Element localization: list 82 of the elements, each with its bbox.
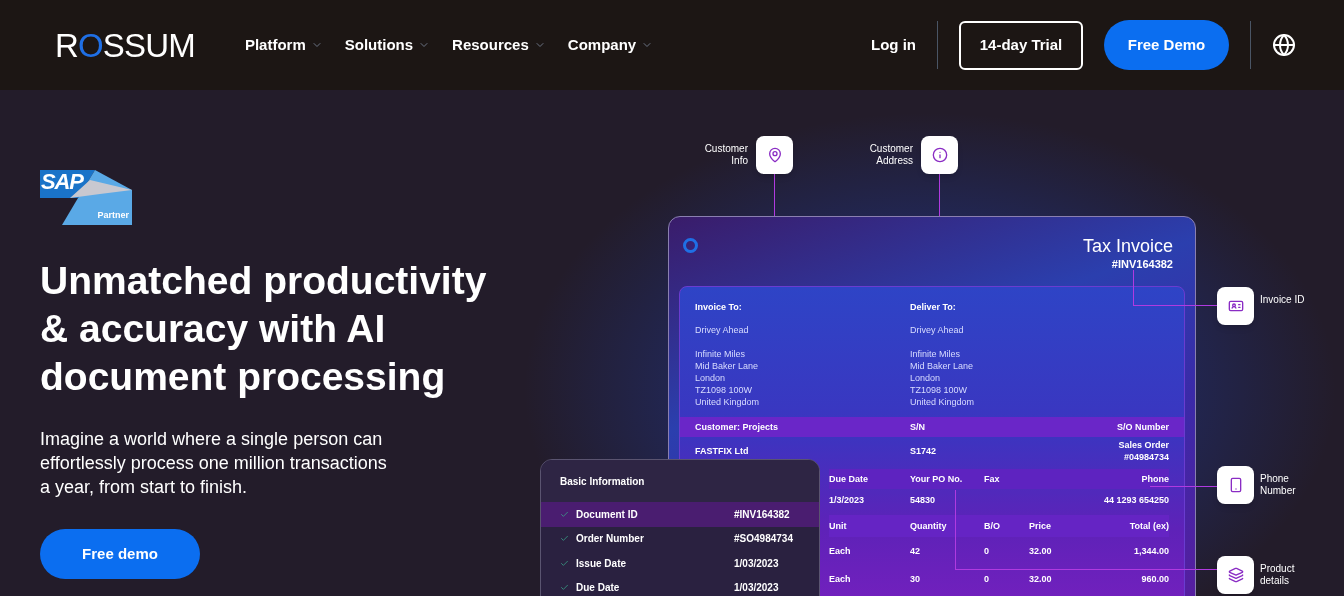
column-header: Quantity xyxy=(910,520,948,532)
partner-text: Partner xyxy=(97,208,129,222)
column-header: Phone xyxy=(1141,473,1169,485)
address-line: Infinite Miles xyxy=(695,348,747,360)
address-line: London xyxy=(695,372,727,384)
table-cell-text: Each xyxy=(829,545,852,557)
id-card-icon xyxy=(1227,298,1244,314)
field-label: Issue Date xyxy=(576,556,628,571)
table-cell-text: 32.00 xyxy=(1029,573,1053,585)
info-icon xyxy=(931,147,948,163)
table-cell-text: 0 xyxy=(984,573,990,585)
address-line: TZ1098 100W xyxy=(695,384,754,396)
field-value: 1/03/2023 xyxy=(734,556,779,571)
callout-label: Customer Address xyxy=(868,143,913,167)
leader-line xyxy=(1150,486,1217,487)
column-header: Fax xyxy=(984,473,1001,485)
address-line: Mid Baker Lane xyxy=(695,360,760,372)
field-row[interactable]: Document ID #INV164382 xyxy=(541,502,819,527)
address-line: United Kingdom xyxy=(910,396,976,408)
invoice-title: Tax Invoice xyxy=(1082,235,1173,257)
column-header: S/N xyxy=(910,421,926,433)
column-header: S/O Number xyxy=(1117,421,1169,433)
callout-label: Customer Info xyxy=(703,143,748,167)
field-row[interactable]: Order Number #SO4984734 xyxy=(541,526,819,551)
demo-button[interactable]: Free Demo xyxy=(1104,20,1229,70)
hero-description: Imagine a world where a single person can effortlessly process one million transactions a year, from start to finish. xyxy=(40,428,388,499)
free-demo-button[interactable]: Free demo xyxy=(40,529,200,579)
layers-icon xyxy=(1227,567,1244,583)
field-row[interactable]: Due Date 1/03/2023 xyxy=(541,575,819,596)
column-header: Customer: Projects xyxy=(695,421,780,433)
card-title: Basic Information xyxy=(560,474,645,489)
table-cell: 960.00 xyxy=(1141,573,1169,585)
field-row[interactable]: Issue Date 1/03/2023 xyxy=(541,551,819,576)
nav-menu-item[interactable]: Platform xyxy=(244,33,323,57)
field-label: Document ID xyxy=(576,507,639,522)
column-header: Total (ex) xyxy=(1129,520,1169,532)
table-cell: 1,344.00 xyxy=(1133,545,1169,557)
address-line: Mid Baker Lane xyxy=(910,360,975,372)
address-line: London xyxy=(910,372,942,384)
hero-heading: Unmatched productivity & accuracy with AI document processing xyxy=(40,258,488,400)
globe-icon[interactable] xyxy=(1272,33,1296,57)
map-pin-icon xyxy=(766,147,783,163)
column-header: Due Date xyxy=(829,473,869,485)
address-line: United Kingdom xyxy=(695,396,761,408)
column-header: Unit xyxy=(829,520,848,532)
table-cell-text: Sales Order #04984734 xyxy=(1117,439,1169,463)
party-heading: Deliver To: xyxy=(910,301,957,313)
column-header: Your PO No. xyxy=(910,473,964,485)
trial-button[interactable]: 14-day Trial xyxy=(959,20,1083,70)
address-line: Infinite Miles xyxy=(910,348,962,360)
party-heading: Invoice To: xyxy=(695,301,743,313)
table-cell-text: Each xyxy=(829,573,852,585)
table-cell-text: S1742 xyxy=(910,445,938,457)
field-value: #INV164382 xyxy=(734,507,790,522)
brand-text: SAP xyxy=(41,171,83,193)
callout-label: Phone Number xyxy=(1260,473,1297,497)
field-value: 1/03/2023 xyxy=(734,581,779,596)
party-name: Drivey Ahead xyxy=(695,324,750,336)
party-name: Drivey Ahead xyxy=(910,324,965,336)
nav-menu-item[interactable]: Company xyxy=(567,33,654,57)
table-cell-text: 0 xyxy=(984,545,990,557)
table-cell-text: FASTFIX Ltd xyxy=(695,445,750,457)
nav-menu-item[interactable]: Resources xyxy=(452,33,546,57)
table-cell-text: 1/3/2023 xyxy=(829,494,866,506)
field-label: Order Number xyxy=(576,532,645,547)
invoice-number: #INV164382 xyxy=(1111,257,1173,271)
table-cell-text: 30 xyxy=(910,573,921,585)
field-label: Due Date xyxy=(576,581,621,596)
callout-label: Product details xyxy=(1260,563,1296,587)
address-line: TZ1098 100W xyxy=(910,384,969,396)
table-cell-text: 54830 xyxy=(910,494,937,506)
column-header: Price xyxy=(1029,520,1053,532)
nav-menu-item[interactable]: Solutions xyxy=(344,33,431,57)
login-link[interactable]: Log in xyxy=(871,33,916,57)
ring-logo-icon xyxy=(683,238,698,253)
table-cell-text: 32.00 xyxy=(1029,545,1053,557)
field-value: #SO4984734 xyxy=(734,532,793,547)
table-cell: 44 1293 654250 xyxy=(1103,494,1169,506)
table-cell-text: 42 xyxy=(910,545,921,557)
logo[interactable]: ROSSUM xyxy=(55,28,195,62)
column-header: B/O xyxy=(984,520,1001,532)
callout-label: Invoice ID xyxy=(1260,294,1306,306)
